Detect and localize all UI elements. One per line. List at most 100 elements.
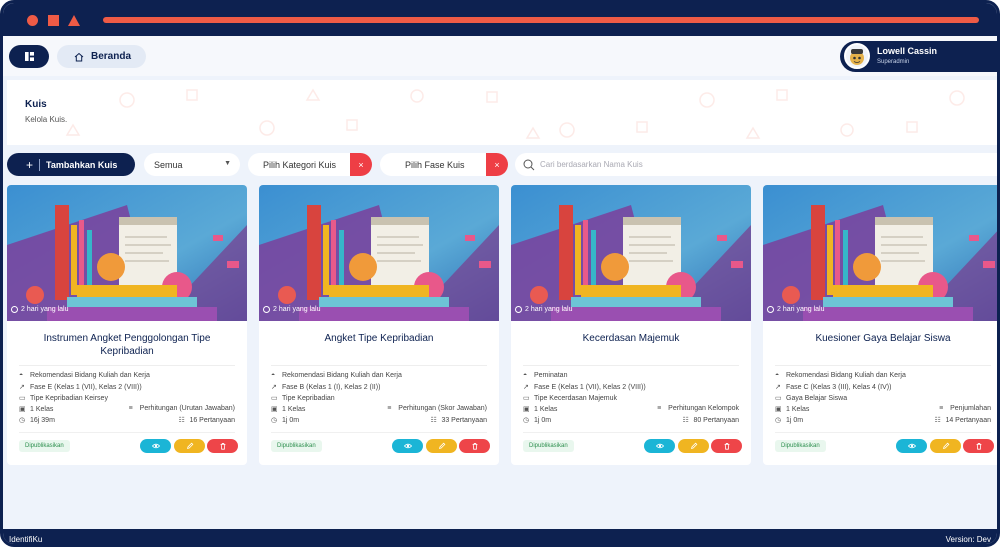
bus-icon: ▣ bbox=[523, 406, 530, 413]
divider bbox=[19, 365, 235, 366]
delete-button[interactable] bbox=[207, 439, 238, 453]
sidebar-toggle-button[interactable] bbox=[9, 45, 49, 68]
add-quiz-button[interactable]: + Tambahkan Kuis bbox=[7, 153, 135, 176]
triangle-icon bbox=[68, 15, 80, 26]
quiz-type-label: Tipe Kecerdasan Majemuk bbox=[534, 394, 618, 402]
quiz-thumbnail: 2 hari yang lalu bbox=[763, 185, 997, 321]
quiz-title[interactable]: Kecerdasan Majemuk bbox=[525, 332, 737, 345]
quiz-recommendation-label: Rekomendasi Bidang Kuliah dan Kerja bbox=[282, 372, 402, 379]
clock-icon: ◷ bbox=[271, 417, 278, 424]
quiz-duration: ◷ 16j 39m bbox=[19, 416, 55, 425]
clock-icon bbox=[11, 306, 18, 313]
footer-version: Version: Dev bbox=[945, 535, 991, 544]
pencil-icon bbox=[186, 442, 193, 449]
quiz-type: ▭ Tipe Kecerdasan Majemuk bbox=[523, 394, 618, 403]
delete-button[interactable] bbox=[963, 439, 994, 453]
address-bar[interactable] bbox=[103, 17, 979, 23]
quiz-calculation-label: Perhitungan Kelompok bbox=[668, 405, 739, 412]
status-select-value: Semua bbox=[154, 159, 183, 170]
quiz-phase: ↗ Fase E (Kelas 1 (VII), Kelas 2 (VIII)) bbox=[19, 383, 142, 392]
created-time: 2 hari yang lalu bbox=[767, 306, 824, 313]
quiz-thumbnail: 2 hari yang lalu bbox=[259, 185, 499, 321]
quiz-calculation-label: Penjumlahan bbox=[950, 405, 991, 412]
eye-icon bbox=[151, 443, 160, 449]
list-ol-icon: ☷ bbox=[430, 417, 437, 424]
add-quiz-label: Tambahkan Kuis bbox=[46, 159, 118, 170]
quiz-classes-label: 1 Kelas bbox=[30, 405, 54, 413]
edit-button[interactable] bbox=[174, 439, 205, 453]
quiz-card-4[interactable]: 2 hari yang lalu Kuesioner Gaya Belajar … bbox=[763, 185, 997, 465]
quiz-recommendation: ◓ Peminatan bbox=[523, 372, 567, 379]
quiz-card-3[interactable]: 2 hari yang lalu Kecerdasan Majemuk ◓ Pem… bbox=[511, 185, 751, 465]
created-time: 2 hari yang lalu bbox=[263, 306, 320, 313]
quiz-title[interactable]: Kuesioner Gaya Belajar Siswa bbox=[777, 332, 989, 345]
view-button[interactable] bbox=[140, 439, 171, 453]
circle-icon bbox=[27, 15, 38, 26]
edit-button[interactable] bbox=[678, 439, 709, 453]
quiz-recommendation: ◓ Rekomendasi Bidang Kuliah dan Kerja bbox=[271, 372, 402, 379]
category-select-label: Pilih Kategori Kuis bbox=[263, 159, 337, 170]
trash-icon bbox=[220, 443, 225, 450]
search-input[interactable]: Cari berdasarkan Nama Kuis bbox=[515, 153, 997, 176]
quiz-classes: ▣ 1 Kelas bbox=[523, 405, 557, 414]
quiz-title[interactable]: Instrumen Angket Penggolongan Tipe Kepri… bbox=[21, 332, 233, 358]
plus-icon: + bbox=[26, 157, 34, 172]
clock-icon bbox=[263, 306, 270, 313]
chart-line-icon: ↗ bbox=[19, 384, 25, 391]
avatar bbox=[844, 43, 870, 69]
view-button[interactable] bbox=[896, 439, 927, 453]
category-select[interactable]: Pilih Kategori Kuis × bbox=[248, 153, 372, 176]
quiz-recommendation: ◓ Rekomendasi Bidang Kuliah dan Kerja bbox=[775, 372, 906, 379]
created-time-label: 2 hari yang lalu bbox=[777, 306, 825, 313]
quiz-classes-label: 1 Kelas bbox=[282, 405, 306, 413]
status-select[interactable]: Semua ▼ bbox=[144, 153, 240, 176]
footer-brand: IdentifiKu bbox=[9, 535, 43, 544]
quiz-calculation: ≡ Perhitungan Kelompok bbox=[657, 405, 739, 412]
quiz-card-2[interactable]: 2 hari yang lalu Angket Tipe Kepribadian… bbox=[259, 185, 499, 465]
divider bbox=[271, 365, 487, 366]
quiz-duration-label: 1j 0m bbox=[282, 416, 300, 424]
home-icon bbox=[74, 52, 84, 61]
divider bbox=[523, 432, 739, 433]
edit-button[interactable] bbox=[426, 439, 457, 453]
trash-icon bbox=[472, 443, 477, 450]
quiz-duration-label: 16j 39m bbox=[30, 416, 55, 424]
divider bbox=[271, 432, 487, 433]
quiz-calculation-label: Perhitungan (Skor Jawaban) bbox=[398, 405, 487, 412]
clock-icon bbox=[515, 306, 522, 313]
quiz-duration: ◷ 1j 0m bbox=[775, 416, 803, 425]
quiz-questions-label: 14 Pertanyaan bbox=[945, 416, 991, 424]
breadcrumb-home[interactable]: Beranda bbox=[57, 45, 146, 68]
list-icon: ≡ bbox=[387, 405, 392, 412]
phase-select[interactable]: Pilih Fase Kuis × bbox=[380, 153, 508, 176]
app-window: Beranda Lowell Cassin Superadmin Kuis Ke… bbox=[0, 0, 1000, 547]
quiz-questions-label: 16 Pertanyaan bbox=[189, 416, 235, 424]
list-icon: ≡ bbox=[128, 405, 133, 412]
quiz-card-1[interactable]: 2 hari yang lalu Instrumen Angket Penggo… bbox=[7, 185, 247, 465]
delete-button[interactable] bbox=[459, 439, 490, 453]
clear-category-button[interactable]: × bbox=[350, 153, 372, 176]
quiz-type-label: Gaya Belajar Siswa bbox=[786, 394, 848, 402]
top-navbar: Beranda Lowell Cassin Superadmin bbox=[3, 36, 997, 76]
layout-icon bbox=[24, 52, 34, 61]
quiz-duration: ◷ 1j 0m bbox=[271, 416, 300, 425]
clock-icon: ◷ bbox=[775, 417, 782, 424]
quiz-classes: ▣ 1 Kelas bbox=[271, 405, 306, 414]
status-badge: Dipublikasikan bbox=[523, 440, 574, 452]
quiz-type: ▭ Tipe Kepribadian Keirsey bbox=[19, 394, 108, 403]
view-button[interactable] bbox=[392, 439, 423, 453]
edit-button[interactable] bbox=[930, 439, 961, 453]
view-button[interactable] bbox=[644, 439, 675, 453]
user-profile-menu[interactable]: Lowell Cassin Superadmin bbox=[840, 41, 997, 72]
search-icon bbox=[523, 159, 535, 170]
clock-icon: ◷ bbox=[19, 417, 26, 424]
trash-icon bbox=[976, 443, 981, 450]
chart-line-icon: ↗ bbox=[523, 384, 529, 391]
clear-phase-button[interactable]: × bbox=[486, 153, 508, 176]
delete-button[interactable] bbox=[711, 439, 742, 453]
quiz-thumbnail: 2 hari yang lalu bbox=[7, 185, 247, 321]
divider bbox=[775, 432, 991, 433]
quiz-type-label: Tipe Kepribadian bbox=[282, 394, 335, 402]
quiz-title[interactable]: Angket Tipe Kepribadian bbox=[273, 332, 485, 345]
graduation-cap-icon: ◓ bbox=[523, 372, 528, 379]
